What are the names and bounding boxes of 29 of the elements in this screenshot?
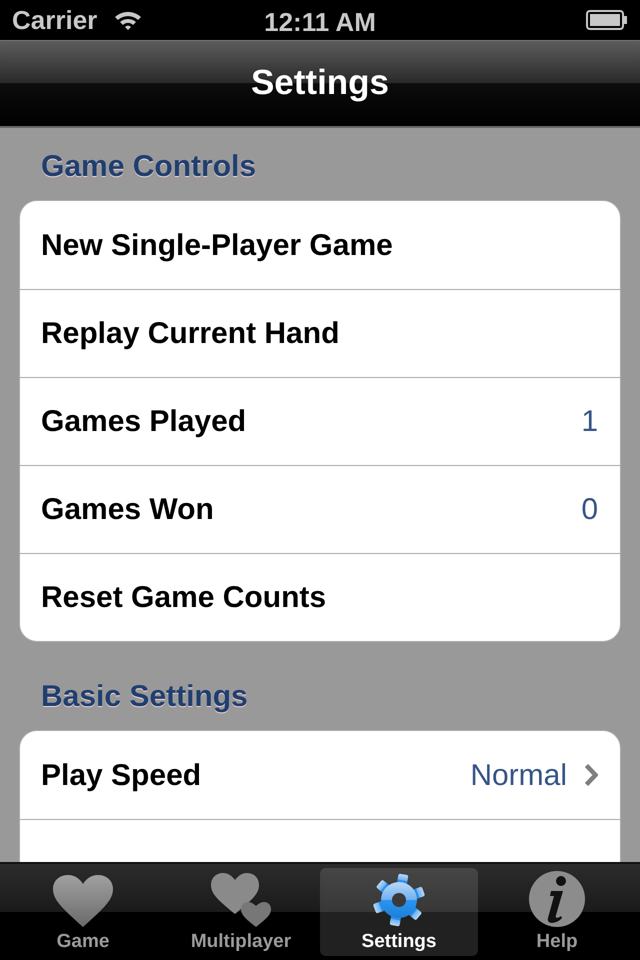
tab-button[interactable]: Game xyxy=(4,868,162,956)
tab-button[interactable]: Multiplayer xyxy=(162,868,320,956)
carrier-name: Carrier xyxy=(12,4,98,36)
settings-row[interactable]: New Single-Player Game xyxy=(20,201,620,289)
section-header: Game Controls xyxy=(41,150,256,183)
settings-row[interactable]: Reset Game Counts xyxy=(20,553,620,641)
row-label: Games Won xyxy=(41,492,214,528)
wifi-icon xyxy=(113,9,144,31)
tab-button[interactable]: Settings xyxy=(320,868,478,956)
row-value: Normal xyxy=(470,758,567,794)
row-label: New Single-Player Game xyxy=(41,228,393,264)
settings-row[interactable]: Games Won 0 xyxy=(20,465,620,553)
settings-row[interactable]: Games Played 1 xyxy=(20,377,620,465)
row-label: Play Speed xyxy=(41,758,202,794)
hearts-icon xyxy=(210,872,272,928)
screen-title: Settings xyxy=(250,62,390,104)
row-value: 1 xyxy=(581,404,598,440)
settings-row[interactable]: Replay Current Hand xyxy=(20,289,620,377)
section-header: Basic Settings xyxy=(41,680,248,713)
row-label: Games Played xyxy=(41,404,246,440)
chevron-icon xyxy=(585,764,598,786)
clock-time: 12:11 AM xyxy=(264,7,376,37)
heart-icon xyxy=(52,874,114,928)
info-icon xyxy=(527,870,587,928)
row-label: Replay Current Hand xyxy=(41,316,340,352)
row-label: Reset Game Counts xyxy=(41,580,326,616)
battery-icon xyxy=(586,10,628,30)
tab-button[interactable]: Help xyxy=(478,868,636,956)
row-value: 0 xyxy=(581,492,598,528)
